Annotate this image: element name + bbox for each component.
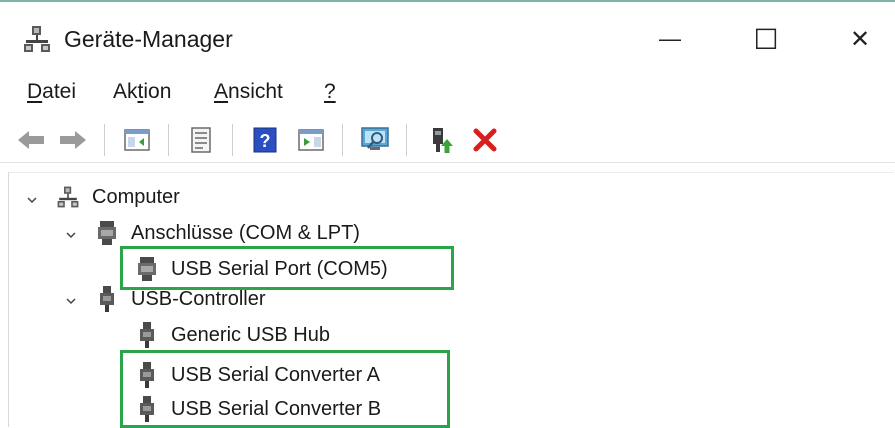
minimize-icon: — xyxy=(659,26,681,51)
update-driver-icon xyxy=(433,128,453,153)
menu-datei[interactable]: Datei xyxy=(27,80,76,104)
tree-node-label: Generic USB Hub xyxy=(171,323,330,346)
uninstall-icon xyxy=(473,128,497,152)
usb-plug-icon xyxy=(95,285,119,313)
menu-datei-label: atei xyxy=(42,80,77,103)
tree-node-generic-usb-hub[interactable]: Generic USB Hub xyxy=(135,318,330,352)
forward-button[interactable] xyxy=(56,123,90,157)
chevron-down-icon[interactable] xyxy=(64,294,78,308)
chevron-down-icon[interactable] xyxy=(64,228,78,242)
toolbar-separator xyxy=(406,124,407,156)
title-bar[interactable]: Geräte-Manager — ☐ ✕ xyxy=(0,2,895,70)
tree-node-ports-group[interactable]: Anschlüsse (COM & LPT) xyxy=(95,216,360,250)
scan-hardware-icon xyxy=(361,127,389,150)
toolbar-separator xyxy=(342,124,343,156)
highlight-box xyxy=(120,246,454,290)
menu-aktion-label-start: Ak xyxy=(113,80,138,103)
console-tree-icon xyxy=(124,129,150,151)
help-button[interactable]: ? xyxy=(248,123,282,157)
chevron-down-icon[interactable] xyxy=(25,193,39,207)
menu-aktion[interactable]: Aktion xyxy=(113,80,171,104)
menu-bar: Datei Aktion Ansicht ? xyxy=(0,72,895,114)
toolbar-separator xyxy=(232,124,233,156)
menu-help-mnemonic: ? xyxy=(324,80,336,103)
svg-text:?: ? xyxy=(260,131,271,151)
toolbar: ? xyxy=(0,116,895,163)
tree-node-label: USB-Controller xyxy=(131,287,266,310)
help-icon: ? xyxy=(253,127,277,153)
port-icon xyxy=(95,219,119,247)
action-pane-icon xyxy=(298,129,324,151)
close-icon: ✕ xyxy=(849,25,871,53)
back-button[interactable] xyxy=(14,123,48,157)
forward-arrow-icon xyxy=(60,131,86,149)
menu-help[interactable]: ? xyxy=(324,80,336,104)
properties-icon xyxy=(191,127,211,153)
toolbar-separator xyxy=(168,124,169,156)
scan-hardware-button[interactable] xyxy=(358,123,392,157)
close-button[interactable]: ✕ xyxy=(830,16,890,62)
properties-button[interactable] xyxy=(184,123,218,157)
tree-node-computer[interactable]: Computer xyxy=(56,180,180,214)
tree-node-label: Anschlüsse (COM & LPT) xyxy=(131,221,360,244)
menu-ansicht-mnemonic: A xyxy=(214,80,229,103)
tree-node-label: Computer xyxy=(92,185,180,208)
menu-ansicht[interactable]: Ansicht xyxy=(214,80,283,104)
usb-plug-icon xyxy=(135,321,159,349)
window-title: Geräte-Manager xyxy=(64,26,233,52)
device-manager-icon xyxy=(22,24,52,54)
maximize-icon: ☐ xyxy=(753,23,779,55)
minimize-button[interactable]: — xyxy=(640,16,700,62)
back-arrow-icon xyxy=(18,131,44,149)
menu-ansicht-label: nsicht xyxy=(228,80,283,103)
maximize-button[interactable]: ☐ xyxy=(736,16,796,62)
menu-aktion-label-end: ion xyxy=(143,80,172,103)
show-hide-console-tree-button[interactable] xyxy=(120,123,154,157)
uninstall-device-button[interactable] xyxy=(468,123,502,157)
toolbar-separator xyxy=(104,124,105,156)
highlight-box xyxy=(120,350,450,428)
update-driver-button[interactable] xyxy=(424,123,458,157)
menu-datei-mnemonic: D xyxy=(27,80,43,103)
show-action-pane-button[interactable] xyxy=(294,123,328,157)
computer-icon xyxy=(56,183,80,211)
